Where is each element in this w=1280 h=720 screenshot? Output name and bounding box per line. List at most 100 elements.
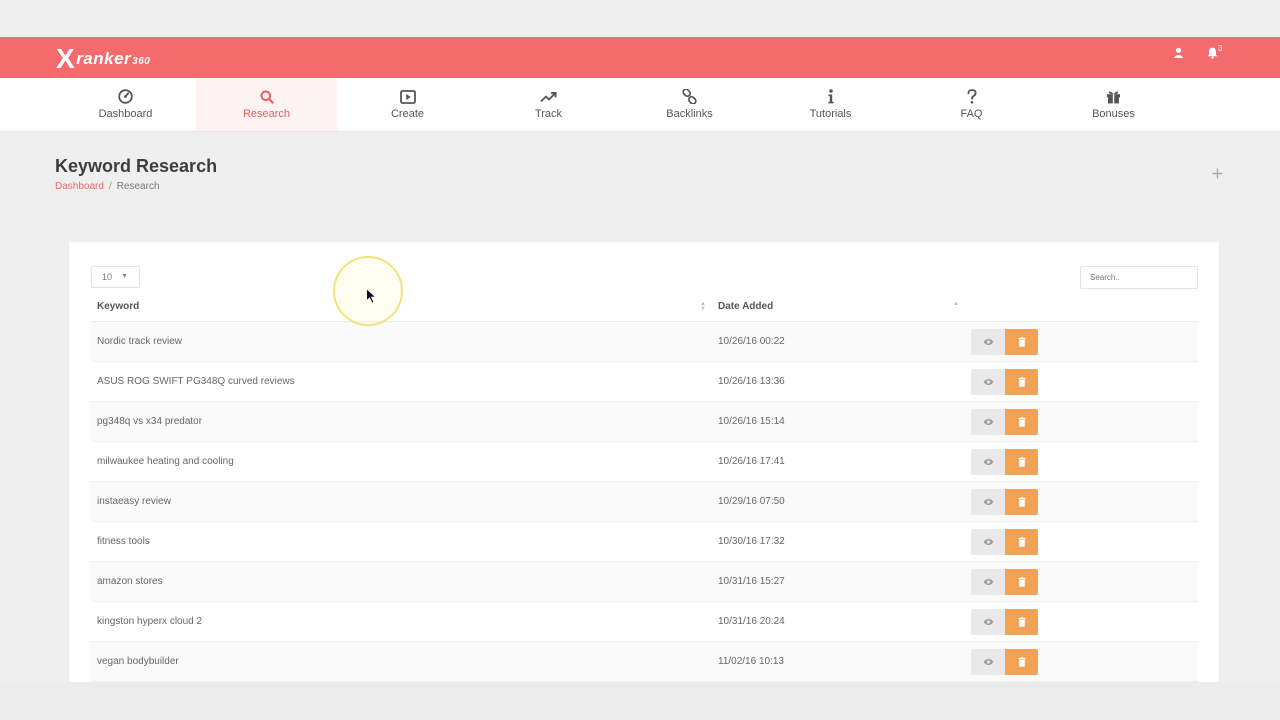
view-button[interactable] bbox=[971, 649, 1005, 675]
breadcrumb-home-link[interactable]: Dashboard bbox=[55, 181, 104, 192]
table-row: fitness tools 10/30/16 17:32 bbox=[91, 522, 1198, 562]
keyword-cell: pg348q vs x34 predator bbox=[97, 416, 203, 427]
column-header-date-added[interactable]: Date Added bbox=[718, 301, 773, 312]
nav-item-backlinks[interactable]: Backlinks bbox=[619, 78, 760, 131]
keyword-cell: kingston hyperx cloud 2 bbox=[97, 616, 203, 627]
view-button[interactable] bbox=[971, 329, 1005, 355]
delete-button[interactable] bbox=[1005, 649, 1038, 675]
nav-item-faq[interactable]: FAQ bbox=[901, 78, 1042, 131]
gift-icon bbox=[1106, 89, 1121, 105]
table-row: Nordic track review 10/26/16 00:22 bbox=[91, 322, 1198, 362]
search-icon bbox=[260, 89, 274, 105]
sort-icon[interactable]: ▲ ▼ bbox=[700, 301, 706, 312]
search-input[interactable] bbox=[1080, 266, 1198, 289]
date-cell: 11/02/16 10:13 bbox=[718, 656, 784, 667]
nav-label: Dashboard bbox=[98, 107, 153, 120]
view-button[interactable] bbox=[971, 569, 1005, 595]
eye-icon bbox=[983, 619, 993, 625]
delete-button[interactable] bbox=[1005, 609, 1038, 635]
play-icon bbox=[399, 89, 416, 105]
delete-button[interactable] bbox=[1005, 369, 1038, 395]
eye-icon bbox=[983, 379, 993, 385]
logo-word: ranker bbox=[76, 49, 132, 68]
table-row: amazon stores 10/31/16 15:27 bbox=[91, 562, 1198, 602]
date-cell: 10/31/16 20:24 bbox=[718, 616, 785, 627]
user-icon[interactable] bbox=[1173, 47, 1184, 61]
top-bar bbox=[0, 37, 1280, 78]
chevron-down-icon: ▼ bbox=[121, 273, 128, 280]
logo-x-mark: X bbox=[56, 43, 76, 74]
nav-label: FAQ bbox=[960, 107, 983, 120]
trash-icon bbox=[1018, 577, 1025, 587]
nav-label: Create bbox=[390, 107, 425, 120]
trash-icon bbox=[1018, 617, 1025, 627]
link-icon bbox=[682, 89, 697, 105]
sort-asc-icon[interactable]: ▲ bbox=[953, 301, 959, 307]
table-header: Keyword ▲ ▼ Date Added ▲ bbox=[91, 292, 1198, 322]
notification-count: 3 bbox=[1218, 44, 1223, 53]
table-row: kingston hyperx cloud 2 10/31/16 20:24 bbox=[91, 602, 1198, 642]
view-button[interactable] bbox=[971, 529, 1005, 555]
brand-logo[interactable]: X ranker 360 bbox=[56, 44, 150, 74]
nav-item-tutorials[interactable]: Tutorials bbox=[760, 78, 901, 131]
trash-icon bbox=[1018, 497, 1025, 507]
view-button[interactable] bbox=[971, 409, 1005, 435]
eye-icon bbox=[983, 419, 993, 425]
trend-up-icon bbox=[540, 89, 557, 105]
nav-item-bonuses[interactable]: Bonuses bbox=[1043, 78, 1184, 131]
keyword-cell: ASUS ROG SWIFT PG348Q curved reviews bbox=[97, 376, 295, 387]
trash-icon bbox=[1018, 377, 1025, 387]
view-button[interactable] bbox=[971, 609, 1005, 635]
delete-button[interactable] bbox=[1005, 569, 1038, 595]
page-length-value: 10 bbox=[102, 272, 113, 282]
page-length-select[interactable]: 10 ▼ bbox=[91, 266, 140, 288]
date-cell: 10/26/16 13:36 bbox=[718, 376, 785, 387]
trash-icon bbox=[1018, 537, 1025, 547]
trash-icon bbox=[1018, 417, 1025, 427]
date-cell: 10/29/16 07:50 bbox=[718, 496, 785, 507]
trash-icon bbox=[1018, 457, 1025, 467]
date-cell: 10/26/16 15:14 bbox=[718, 416, 785, 427]
nav-item-track[interactable]: Track bbox=[478, 78, 619, 131]
breadcrumb-separator: / bbox=[108, 181, 112, 192]
date-cell: 10/26/16 00:22 bbox=[718, 336, 785, 347]
breadcrumb: Dashboard / Research bbox=[55, 181, 160, 192]
plus-icon bbox=[1212, 168, 1223, 179]
nav-item-create[interactable]: Create bbox=[337, 78, 478, 131]
view-button[interactable] bbox=[971, 449, 1005, 475]
trash-icon bbox=[1018, 337, 1025, 347]
delete-button[interactable] bbox=[1005, 409, 1038, 435]
keyword-table-card: 10 ▼ Keyword ▲▼ Date Added ▲ Nordic trac… bbox=[68, 241, 1220, 683]
nav-item-dashboard[interactable]: Dashboard bbox=[55, 78, 196, 131]
question-icon bbox=[967, 89, 977, 105]
dashboard-gauge-icon bbox=[118, 89, 133, 105]
bell-icon[interactable] bbox=[1207, 47, 1218, 62]
eye-icon bbox=[983, 339, 993, 345]
nav-label: Backlinks bbox=[666, 107, 713, 120]
logo-suffix: 360 bbox=[132, 55, 151, 67]
breadcrumb-current: Research bbox=[116, 181, 160, 192]
view-button[interactable] bbox=[971, 489, 1005, 515]
info-icon bbox=[827, 89, 835, 105]
keyword-cell: amazon stores bbox=[97, 576, 163, 587]
nav-item-research[interactable]: Research bbox=[196, 78, 337, 131]
column-header-keyword[interactable]: Keyword bbox=[97, 301, 139, 312]
table-row: milwaukee heating and cooling 10/26/16 1… bbox=[91, 442, 1198, 482]
table-row: ASUS ROG SWIFT PG348Q curved reviews 10/… bbox=[91, 362, 1198, 402]
table-row: pg348q vs x34 predator 10/26/16 15:14 bbox=[91, 402, 1198, 442]
eye-icon bbox=[983, 659, 993, 665]
delete-button[interactable] bbox=[1005, 449, 1038, 475]
delete-button[interactable] bbox=[1005, 529, 1038, 555]
view-button[interactable] bbox=[971, 369, 1005, 395]
keyword-cell: instaeasy review bbox=[97, 496, 171, 507]
keyword-cell: vegan bodybuilder bbox=[97, 656, 179, 667]
eye-icon bbox=[983, 459, 993, 465]
nav-label: Research bbox=[242, 107, 291, 120]
date-cell: 10/31/16 15:27 bbox=[718, 576, 785, 587]
page-title: Keyword Research bbox=[55, 156, 218, 176]
delete-button[interactable] bbox=[1005, 489, 1038, 515]
delete-button[interactable] bbox=[1005, 329, 1038, 355]
keyword-cell: fitness tools bbox=[97, 536, 150, 547]
add-button[interactable] bbox=[1212, 166, 1223, 183]
nav-label: Bonuses bbox=[1092, 107, 1135, 120]
